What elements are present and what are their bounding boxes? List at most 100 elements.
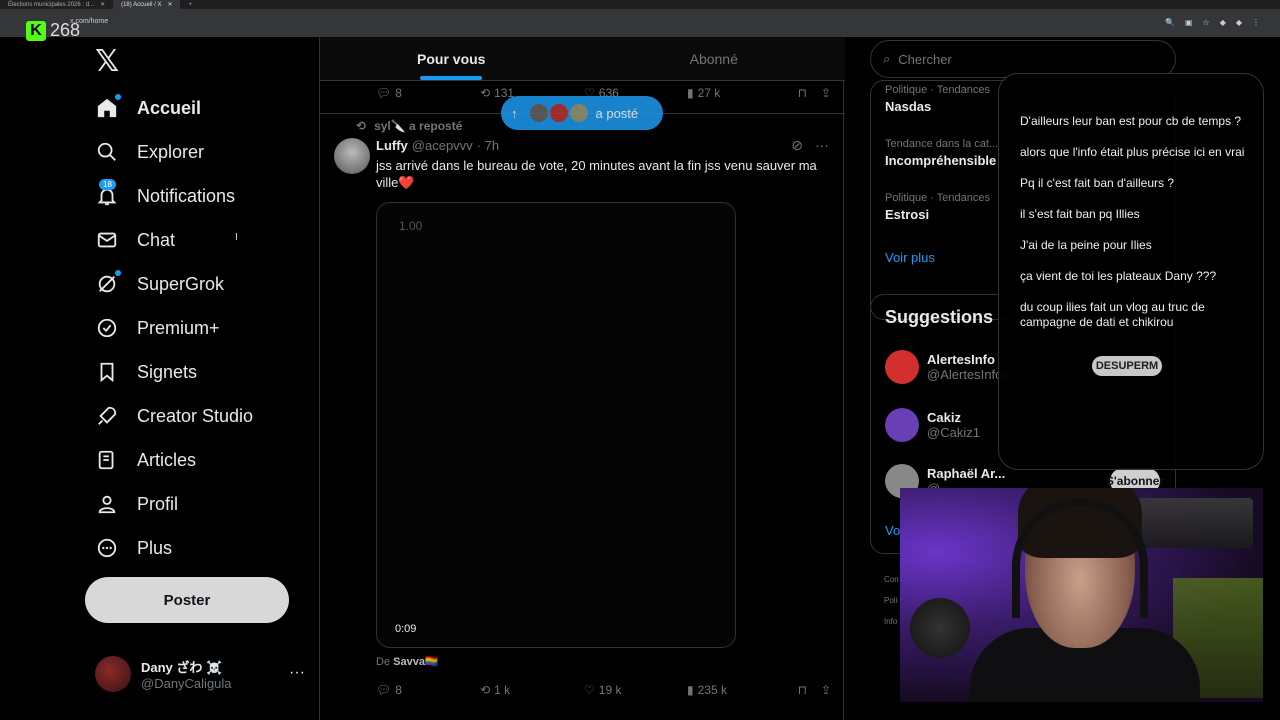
new-posts-pill[interactable]: ↑ a posté [501, 96, 663, 130]
nav-item-supergrok[interactable]: SuperGrok [95, 262, 224, 306]
nav-label: Plus [137, 537, 173, 558]
nav-item-accueil[interactable]: Accueil [95, 86, 201, 130]
repost-icon: ⟲ [356, 119, 367, 133]
reply-button[interactable]: 💬︎ 8 [376, 86, 480, 100]
new-tab-button[interactable]: + [180, 0, 200, 9]
nav-item-profil[interactable]: Profil [95, 482, 178, 526]
extension-icon[interactable]: ◆ [1236, 18, 1242, 27]
cast-icon[interactable]: ▣ [1185, 18, 1193, 27]
nav-label: SuperGrok [137, 273, 225, 294]
repost-button[interactable]: ⟲ 1 k [480, 683, 584, 697]
avatar[interactable] [334, 138, 370, 174]
bell-icon: 18 [95, 179, 119, 208]
browser-tab[interactable]: Élections municipales 2026 : d... ✕ [0, 0, 113, 9]
video-duration: 0:09 [395, 623, 417, 635]
nav-item-premium[interactable]: Premium+ [95, 306, 220, 350]
x-logo-icon[interactable]: 𝕏 [95, 44, 119, 79]
main-feed: Pour vous Abonné 💬︎ 8 ⟲ 131 ♡ 636 ▮ 27 k ⊓ ⇪… [319, 37, 846, 720]
nav-label: Signets [137, 361, 198, 382]
trend-item[interactable]: Politique · Tendances Estrosi [885, 192, 1015, 222]
star-icon[interactable]: ☆ [1203, 18, 1210, 27]
nav-item-notifications[interactable]: 18 Notifications [95, 174, 235, 218]
chat-message: ça vient de toi les plateaux Dany ??? [1020, 269, 1217, 283]
nav-item-chat[interactable]: Chat [95, 218, 175, 262]
nav-item-articles[interactable]: Articles [95, 438, 196, 482]
reply-icon: 💬︎ [376, 86, 392, 100]
search-icon: ⌕ [883, 51, 891, 66]
avatar [527, 102, 550, 124]
suggestion-item[interactable]: AlertesInfo @AlertesInfos [885, 347, 1015, 387]
verified-icon [95, 316, 119, 340]
rocket-icon [95, 404, 119, 428]
arrow-up-icon: ↑ [511, 105, 518, 121]
trend-name: Incompréhensible [885, 153, 997, 168]
views-button[interactable]: ▮ 27 k [687, 86, 797, 100]
chat-message: Pq il c'est fait ban d'ailleurs ? [1020, 176, 1174, 190]
tab-pour-vous[interactable]: Pour vous [320, 37, 583, 80]
stream-chat-overlay: D'ailleurs leur ban est pour cb de temps… [998, 73, 1264, 470]
see-more-link[interactable]: Voir plus [885, 250, 935, 265]
footer-link[interactable]: Con [884, 575, 899, 584]
post-button[interactable]: Poster [85, 577, 289, 623]
footer-link[interactable]: Info [884, 617, 897, 626]
bookmark-icon [95, 360, 119, 384]
account-handle: @DanyCaligula [141, 676, 232, 691]
extension-icon[interactable]: ◆ [1220, 18, 1226, 27]
microphone [910, 598, 970, 658]
browser-toolbar: 🔍 ▣ ☆ ◆ ◆ ⋮ [1165, 18, 1260, 27]
view-count: 235 k [697, 683, 727, 697]
account-switcher[interactable]: Dany ざわ ☠️ @DanyCaligula ··· [95, 654, 305, 694]
suggestion-item[interactable]: Cakiz @Cakiz1 [885, 405, 1015, 445]
more-circle-icon [95, 536, 119, 560]
unread-dot [115, 270, 121, 276]
chart-icon: ▮ [687, 86, 694, 100]
tab-abonne[interactable]: Abonné [583, 37, 846, 80]
home-icon [95, 94, 121, 120]
more-icon[interactable]: ··· [289, 664, 305, 682]
share-icon[interactable]: ⇪ [821, 683, 831, 697]
trend-item[interactable]: Politique · Tendances Nasdas [885, 84, 1015, 114]
video-player[interactable]: 1.00 0:09 [376, 202, 736, 648]
bookmark-icon[interactable]: ⊓ [798, 683, 807, 697]
browser-tab-active[interactable]: (18) Accueil / X ✕ [113, 0, 181, 9]
chat-message: il s'est fait ban pq Illies [1020, 207, 1140, 221]
repost-icon: ⟲ [480, 683, 491, 697]
grok-icon[interactable]: ⊘ [791, 137, 803, 154]
post-author-name[interactable]: Luffy [376, 138, 408, 153]
trend-category: Tendance dans la cat... [885, 138, 999, 150]
new-posts-label: a posté [595, 105, 639, 121]
bookmark-icon[interactable]: ⊓ [798, 86, 807, 100]
nav-item-creator-studio[interactable]: Creator Studio [95, 394, 253, 438]
views-button[interactable]: ▮ 235 k [687, 683, 797, 697]
mail-icon [95, 228, 119, 252]
post-time[interactable]: · 7h [477, 138, 499, 153]
trend-item[interactable]: Tendance dans la cat... Incompréhensible [885, 138, 1015, 168]
nav-item-signets[interactable]: Signets [95, 350, 197, 394]
trend-name: Estrosi [885, 207, 930, 222]
grok-icon [95, 270, 121, 296]
post-header: Luffy @acepvvv · 7h [376, 138, 499, 153]
unread-dot [115, 94, 121, 100]
reply-count: 8 [395, 86, 402, 100]
share-icon[interactable]: ⇪ [821, 86, 831, 100]
close-icon[interactable]: ✕ [167, 1, 172, 8]
nav-label: Creator Studio [137, 405, 254, 426]
view-count: 27 k [697, 86, 721, 100]
avatar [885, 350, 919, 384]
close-icon[interactable]: ✕ [100, 1, 105, 8]
nav-item-explorer[interactable]: Explorer [95, 130, 204, 174]
footer-link[interactable]: Poli [884, 596, 897, 605]
post-author-handle[interactable]: @acepvvv [412, 138, 473, 153]
more-icon[interactable]: ··· [815, 137, 829, 154]
search-icon [95, 140, 119, 164]
reply-button[interactable]: 💬︎ 8 [376, 683, 480, 697]
nav-item-plus[interactable]: Plus [95, 526, 172, 570]
text-cursor-icon: I [235, 232, 238, 243]
repost-count: 1 k [494, 683, 511, 697]
nav-label: Chat [137, 229, 176, 250]
zoom-icon[interactable]: 🔍 [1165, 18, 1175, 27]
menu-icon[interactable]: ⋮ [1252, 18, 1260, 27]
kick-logo-icon: K [26, 20, 46, 41]
like-button[interactable]: ♡ 19 k [584, 683, 687, 697]
source-name[interactable]: Savva🏳️‍🌈 [393, 656, 439, 668]
